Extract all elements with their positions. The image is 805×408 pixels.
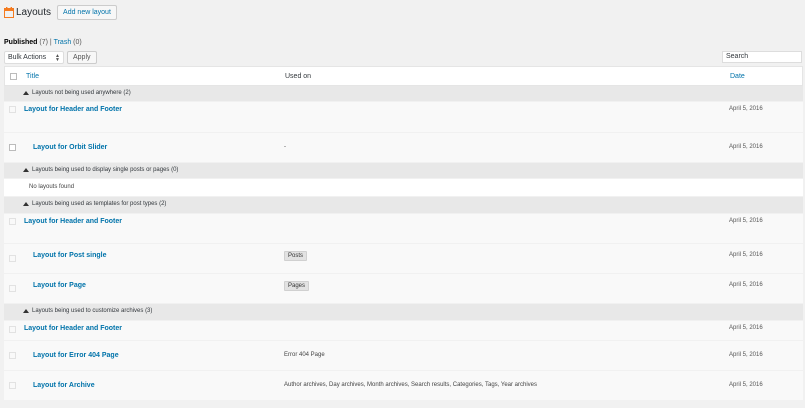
- row-date: April 5, 2016: [729, 352, 763, 358]
- row-checkbox[interactable]: [9, 255, 16, 262]
- layouts-logo-icon: [4, 6, 14, 18]
- select-arrows-icon: ▲ ▼: [55, 52, 60, 63]
- layout-title-link[interactable]: Layout for Archive: [33, 382, 95, 389]
- layouts-table: Title Used on Date Layouts not being use…: [4, 66, 803, 401]
- filter-trash-count: (0): [73, 39, 82, 46]
- apply-button[interactable]: Apply: [67, 51, 97, 64]
- search-input[interactable]: Search: [722, 51, 802, 63]
- layout-title-link[interactable]: Layout for Header and Footer: [24, 106, 122, 113]
- group-row[interactable]: Layouts being used to display single pos…: [4, 163, 803, 179]
- bulk-actions-value: Bulk Actions: [8, 54, 47, 61]
- layout-title-link[interactable]: Layout for Header and Footer: [24, 218, 122, 225]
- group-label: Layouts not being used anywhere (2): [23, 90, 131, 96]
- filter-published-count: (7): [39, 39, 48, 46]
- table-row: Layout for Orbit Slider - April 5, 2016: [4, 133, 803, 163]
- used-on-tag: Pages: [284, 281, 310, 291]
- select-all-checkbox[interactable]: [10, 73, 17, 80]
- add-new-layout-button[interactable]: Add new layout: [57, 4, 117, 20]
- layout-title-link[interactable]: Layout for Orbit Slider: [33, 144, 107, 151]
- filter-separator: |: [49, 39, 52, 46]
- table-row: Layout for Post single Posts April 5, 20…: [4, 244, 803, 274]
- column-title-header[interactable]: Title: [26, 73, 39, 80]
- row-date: April 5, 2016: [729, 218, 763, 224]
- row-date: April 5, 2016: [729, 144, 763, 150]
- collapse-triangle-icon: [23, 168, 29, 172]
- group-label-text: Layouts being used to customize archives…: [32, 308, 153, 314]
- table-row: Layout for Header and Footer April 5, 20…: [4, 214, 803, 244]
- no-layouts-text: No layouts found: [29, 184, 75, 190]
- row-date: April 5, 2016: [729, 106, 763, 112]
- row-date: April 5, 2016: [729, 382, 763, 388]
- layout-title-link[interactable]: Layout for Header and Footer: [24, 325, 122, 332]
- bulk-actions-select[interactable]: Bulk Actions ▲ ▼: [4, 51, 64, 64]
- row-date: April 5, 2016: [729, 325, 763, 331]
- collapse-triangle-icon: [23, 309, 29, 313]
- row-checkbox[interactable]: [9, 285, 16, 292]
- empty-row: No layouts found: [4, 179, 803, 197]
- group-row[interactable]: Layouts not being used anywhere (2): [4, 86, 803, 102]
- column-date-header[interactable]: Date: [730, 73, 745, 80]
- row-checkbox[interactable]: [9, 382, 16, 389]
- row-used-on: Error 404 Page: [284, 352, 325, 358]
- collapse-triangle-icon: [23, 91, 29, 95]
- tablenav-top: Bulk Actions ▲ ▼ Apply: [4, 51, 97, 64]
- page-header: Layouts Add new layout: [4, 4, 117, 20]
- group-row[interactable]: Layouts being used to customize archives…: [4, 304, 803, 321]
- row-checkbox[interactable]: [9, 106, 16, 113]
- table-row: Layout for Error 404 Page Error 404 Page…: [4, 341, 803, 371]
- group-row[interactable]: Layouts being used as templates for post…: [4, 197, 803, 214]
- table-row: Layout for Header and Footer April 5, 20…: [4, 102, 803, 133]
- filter-trash[interactable]: Trash: [54, 39, 72, 46]
- group-label: Layouts being used to display single pos…: [23, 167, 178, 173]
- row-checkbox[interactable]: [9, 218, 16, 225]
- table-header-row: Title Used on Date: [4, 66, 803, 86]
- layout-title-link[interactable]: Layout for Error 404 Page: [33, 352, 119, 359]
- layout-title-link[interactable]: Layout for Page: [33, 282, 86, 289]
- row-used-on: -: [284, 144, 286, 150]
- table-row: Layout for Header and Footer April 5, 20…: [4, 321, 803, 341]
- group-label-text: Layouts being used as templates for post…: [32, 201, 167, 207]
- row-date: April 5, 2016: [729, 282, 763, 288]
- row-used-on: Author archives, Day archives, Month arc…: [284, 382, 538, 388]
- collapse-triangle-icon: [23, 202, 29, 206]
- row-checkbox[interactable]: [9, 144, 16, 151]
- row-date: April 5, 2016: [729, 252, 763, 258]
- used-on-tag: Posts: [284, 251, 308, 261]
- group-label-text: Layouts being used to display single pos…: [32, 167, 179, 173]
- filter-published[interactable]: Published: [4, 39, 37, 46]
- layout-title-link[interactable]: Layout for Post single: [33, 252, 107, 259]
- table-row: Layout for Archive Author archives, Day …: [4, 371, 803, 401]
- status-filters: Published (7) | Trash (0): [4, 39, 82, 46]
- row-checkbox[interactable]: [9, 352, 16, 359]
- page-title: Layouts: [16, 6, 52, 18]
- group-label: Layouts being used as templates for post…: [23, 201, 166, 207]
- column-used-on-header: Used on: [285, 73, 312, 80]
- group-label: Layouts being used to customize archives…: [23, 308, 152, 314]
- row-checkbox[interactable]: [9, 326, 16, 333]
- group-label-text: Layouts not being used anywhere (2): [32, 90, 131, 96]
- table-row: Layout for Page Pages April 5, 2016: [4, 274, 803, 304]
